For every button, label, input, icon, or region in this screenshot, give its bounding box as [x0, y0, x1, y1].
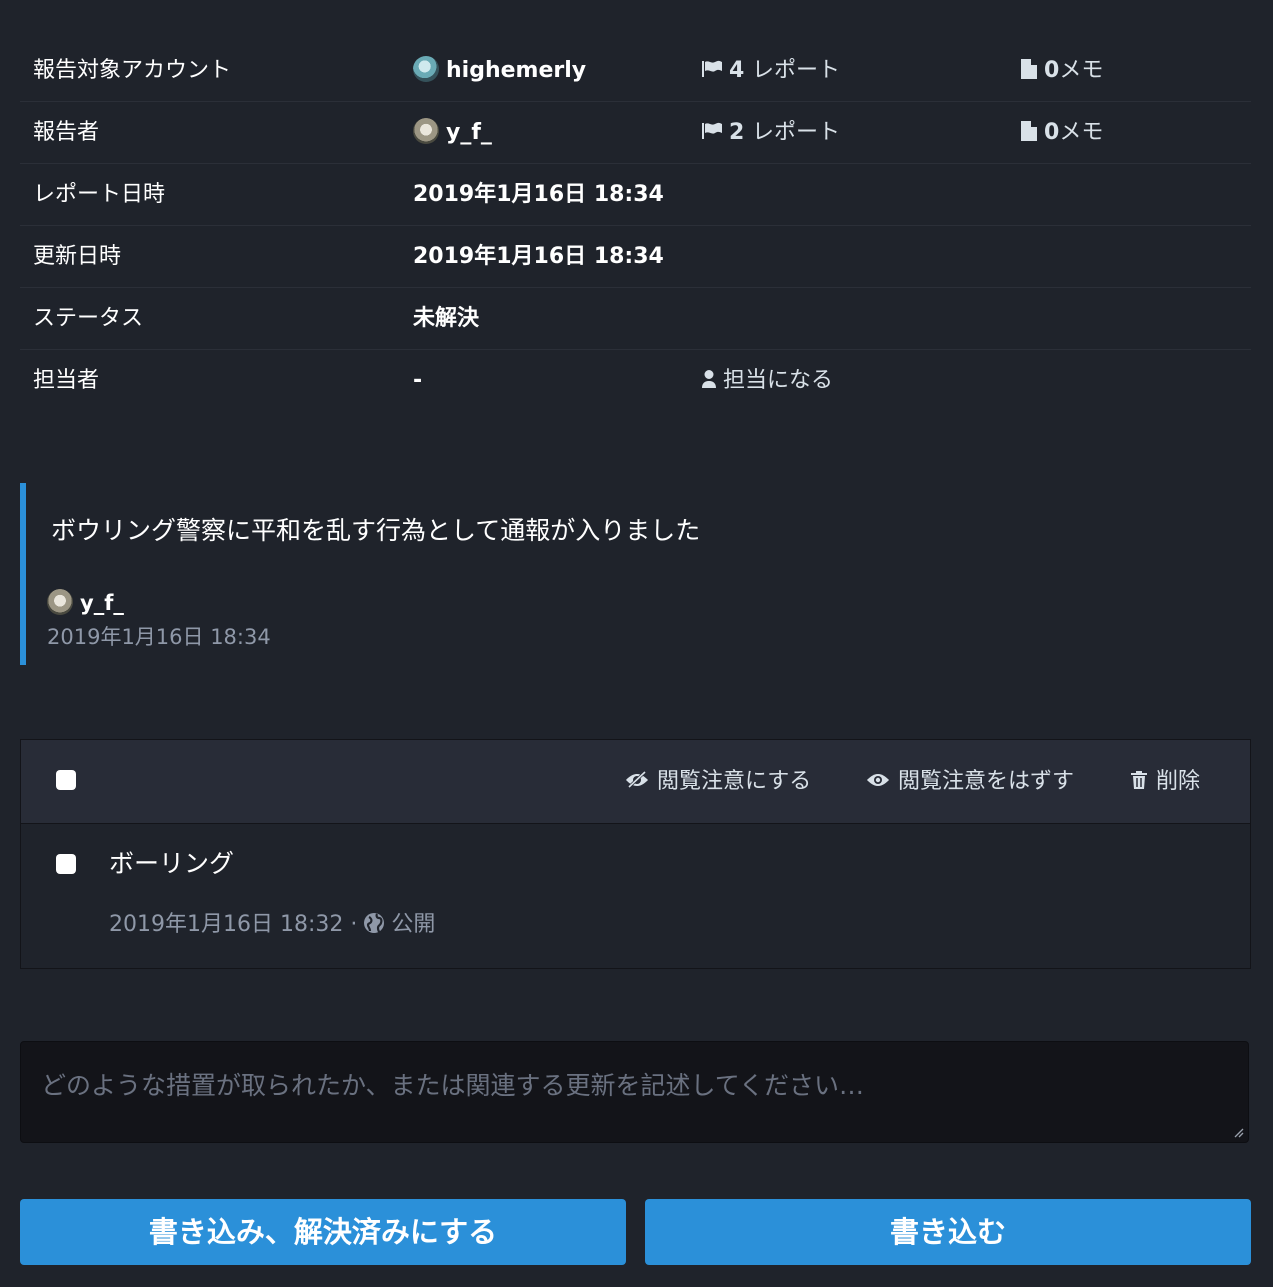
mark-sensitive-button[interactable]: 閲覧注意にする — [625, 740, 811, 823]
status-content: ボーリング — [109, 849, 235, 878]
reported-at-label: レポート日時 — [33, 182, 166, 207]
avatar-photo-icon — [47, 589, 73, 615]
submit-button[interactable]: 書き込む — [645, 1199, 1251, 1265]
avatar-photo-icon — [413, 118, 439, 144]
assignee-value: - — [413, 368, 423, 393]
updated-at-value: 2019年1月16日 18:34 — [413, 244, 664, 269]
file-icon — [1021, 121, 1037, 141]
target-notes-label: メモ — [1059, 58, 1104, 83]
status-checkbox[interactable] — [56, 854, 76, 874]
assign-to-self-label: 担当になる — [723, 368, 834, 393]
assignee-label: 担当者 — [33, 368, 100, 393]
status-meta: 2019年1月16日 18:32 · 公開 — [109, 906, 435, 938]
resize-handle-icon[interactable] — [1232, 1126, 1244, 1138]
comment-field[interactable] — [21, 1042, 1248, 1142]
target-notes-count: 0 — [1044, 58, 1060, 83]
avatar-teal-icon — [413, 56, 439, 82]
status-label: ステータス — [33, 306, 144, 331]
report-comment: ボウリング警察に平和を乱す行為として通報が入りました y_f_ 2019年1月1… — [20, 483, 726, 665]
status-visibility: 公開 — [391, 912, 436, 937]
report-comment-author[interactable]: y_f_ — [47, 589, 124, 617]
flag-icon — [702, 60, 722, 77]
flag-icon — [702, 122, 722, 139]
trash-icon — [1131, 771, 1147, 789]
reported-statuses-panel: 閲覧注意にする 閲覧注意をはずす 削除 ボーリング 2019年1月16日 18:… — [20, 739, 1251, 969]
select-all-checkbox[interactable] — [56, 770, 76, 790]
reporter-label: 報告者 — [33, 120, 100, 145]
target-account-row: 報告対象アカウント highemerly 4 レポート 0メモ — [20, 40, 1251, 102]
reporter-reports-link[interactable]: 2 レポート — [701, 102, 840, 163]
batch-actions-bar: 閲覧注意にする 閲覧注意をはずす 削除 — [21, 740, 1250, 824]
target-account-link[interactable]: highemerly — [413, 40, 586, 101]
updated-at-row: 更新日時 2019年1月16日 18:34 — [20, 226, 1251, 288]
globe-icon — [364, 913, 385, 933]
reporter-link[interactable]: y_f_ — [413, 102, 492, 163]
reporter-username: y_f_ — [446, 120, 492, 145]
user-icon — [702, 370, 716, 388]
assign-to-self-link[interactable]: 担当になる — [701, 350, 833, 411]
comment-field-wrapper — [20, 1041, 1249, 1143]
reporter-notes-count: 0 — [1044, 120, 1060, 145]
target-account-username: highemerly — [446, 58, 587, 83]
mark-sensitive-label: 閲覧注意にする — [657, 769, 812, 794]
status-meta-separator: · — [350, 912, 358, 937]
report-comment-text: ボウリング警察に平和を乱す行為として通報が入りました — [51, 516, 701, 545]
target-reports-count: 4 — [729, 58, 745, 83]
report-comment-date: 2019年1月16日 18:34 — [47, 625, 271, 649]
eye-slash-icon — [626, 770, 648, 789]
reporter-reports-count: 2 — [729, 120, 745, 145]
status-date[interactable]: 2019年1月16日 18:32 — [109, 912, 343, 937]
report-info-table: 報告対象アカウント highemerly 4 レポート 0メモ 報告者 y_f_… — [20, 40, 1251, 411]
reported-at-value: 2019年1月16日 18:34 — [413, 182, 664, 207]
status-row: ステータス 未解決 — [20, 288, 1251, 350]
reporter-row: 報告者 y_f_ 2 レポート 0メモ — [20, 102, 1251, 164]
delete-label: 削除 — [1156, 769, 1201, 794]
target-reports-label: レポート — [751, 58, 840, 83]
eye-icon — [867, 774, 889, 786]
unmark-sensitive-label: 閲覧注意をはずす — [898, 769, 1075, 794]
delete-button[interactable]: 削除 — [1130, 740, 1200, 823]
file-icon — [1021, 59, 1037, 79]
reporter-notes-label: メモ — [1059, 120, 1104, 145]
resolve-button[interactable]: 書き込み、解決済みにする — [20, 1199, 626, 1265]
target-account-notes-link[interactable]: 0メモ — [1020, 40, 1103, 101]
target-account-reports-link[interactable]: 4 レポート — [701, 40, 840, 101]
target-account-label: 報告対象アカウント — [33, 58, 232, 83]
reporter-reports-label: レポート — [751, 120, 840, 145]
reported-at-row: レポート日時 2019年1月16日 18:34 — [20, 164, 1251, 226]
updated-at-label: 更新日時 — [33, 244, 122, 269]
unmark-sensitive-button[interactable]: 閲覧注意をはずす — [866, 740, 1074, 823]
status-value: 未解決 — [413, 306, 480, 331]
report-comment-author-name: y_f_ — [80, 591, 124, 615]
assignee-row: 担当者 - 担当になる — [20, 350, 1251, 411]
reporter-notes-link[interactable]: 0メモ — [1020, 102, 1103, 163]
